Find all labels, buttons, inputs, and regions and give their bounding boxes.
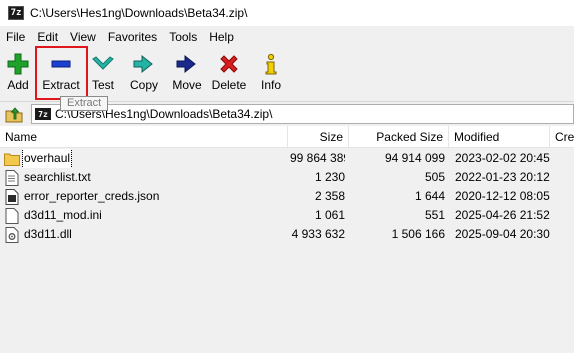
menu-view[interactable]: View — [66, 27, 104, 47]
copy-label: Copy — [129, 78, 158, 92]
delete-label: Delete — [211, 78, 247, 92]
file-name: d3d11.dll — [24, 227, 72, 241]
file-modified: 2022-01-23 20:12 — [455, 170, 550, 184]
up-folder-button[interactable] — [2, 103, 26, 125]
column-header-created[interactable]: Cre — [550, 126, 574, 148]
text-file-icon — [4, 169, 20, 186]
extract-highlight-box — [35, 46, 88, 100]
copy-arrow-icon — [132, 52, 156, 76]
table-row[interactable]: overhaul 99 864 389 94 914 099 2023-02-0… — [0, 149, 574, 168]
file-packed-size: 94 914 099 — [384, 151, 445, 165]
up-folder-icon — [5, 106, 23, 122]
table-row[interactable]: error_reporter_creds.json 2 358 1 644 20… — [0, 187, 574, 206]
folder-icon — [4, 151, 20, 167]
copy-button[interactable]: Copy — [128, 52, 160, 98]
file-modified: 2020-12-12 08:05 — [455, 189, 550, 203]
menu-tools[interactable]: Tools — [165, 27, 205, 47]
plus-icon — [7, 52, 29, 76]
move-button[interactable]: Move — [170, 52, 204, 98]
test-label: Test — [91, 78, 114, 92]
checkmark-icon — [91, 52, 115, 76]
file-name: error_reporter_creds.json — [24, 189, 160, 203]
column-header-name[interactable]: Name — [0, 126, 288, 148]
list-header: Name Size Packed Size Modified Cre — [0, 126, 574, 148]
move-arrow-icon — [175, 52, 199, 76]
delete-button[interactable]: Delete — [211, 52, 247, 98]
menu-favorites[interactable]: Favorites — [104, 27, 165, 47]
extract-tooltip: Extract — [60, 96, 109, 111]
address-path-field[interactable]: 7z C:\Users\Hes1ng\Downloads\Beta34.zip\ — [31, 104, 574, 124]
info-button[interactable]: Info — [258, 52, 284, 98]
test-button[interactable]: Test — [88, 52, 118, 98]
file-packed-size: 551 — [424, 208, 445, 222]
info-label: Info — [260, 78, 281, 92]
file-size: 1 230 — [314, 170, 345, 184]
menu-edit[interactable]: Edit — [33, 27, 66, 47]
file-packed-size: 1 506 166 — [391, 227, 445, 241]
title-bar: 7z C:\Users\Hes1ng\Downloads\Beta34.zip\ — [0, 0, 574, 26]
ini-file-icon — [4, 207, 20, 224]
table-row[interactable]: searchlist.txt 1 230 505 2022-01-23 20:1… — [0, 168, 574, 187]
add-label: Add — [7, 78, 29, 92]
file-size: 99 864 389 — [290, 151, 345, 165]
menu-bar: File Edit View Favorites Tools Help — [0, 27, 574, 47]
7zip-app-icon: 7z — [8, 6, 24, 20]
file-rows: overhaul 99 864 389 94 914 099 2023-02-0… — [0, 149, 574, 244]
menu-file[interactable]: File — [2, 27, 33, 47]
file-name: overhaul — [21, 149, 73, 168]
file-modified: 2025-09-04 20:30 — [455, 227, 550, 241]
file-name: searchlist.txt — [24, 170, 91, 184]
column-header-packed-size[interactable]: Packed Size — [349, 126, 449, 148]
file-modified: 2023-02-02 20:45 — [455, 151, 550, 165]
table-row[interactable]: d3d11_mod.ini 1 061 551 2025-04-26 21:52 — [0, 206, 574, 225]
file-size: 2 358 — [314, 189, 345, 203]
window-title: C:\Users\Hes1ng\Downloads\Beta34.zip\ — [30, 6, 248, 20]
file-packed-size: 505 — [424, 170, 445, 184]
file-name: d3d11_mod.ini — [24, 208, 102, 222]
info-icon — [264, 52, 278, 76]
file-size: 4 933 632 — [291, 227, 345, 241]
file-size: 1 061 — [314, 208, 345, 222]
7zip-archive-icon: 7z — [35, 108, 51, 120]
column-header-modified[interactable]: Modified — [449, 126, 550, 148]
move-label: Move — [172, 78, 202, 92]
table-row[interactable]: d3d11.dll 4 933 632 1 506 166 2025-09-04… — [0, 225, 574, 244]
file-packed-size: 1 644 — [414, 189, 445, 203]
file-modified: 2025-04-26 21:52 — [455, 208, 550, 222]
json-file-icon — [4, 188, 20, 205]
column-header-size[interactable]: Size — [288, 126, 349, 148]
add-button[interactable]: Add — [4, 52, 32, 98]
delete-x-icon — [218, 52, 240, 76]
file-list: Name Size Packed Size Modified Cre overh… — [0, 126, 574, 353]
dll-file-icon — [4, 226, 20, 243]
menu-help[interactable]: Help — [205, 27, 242, 47]
